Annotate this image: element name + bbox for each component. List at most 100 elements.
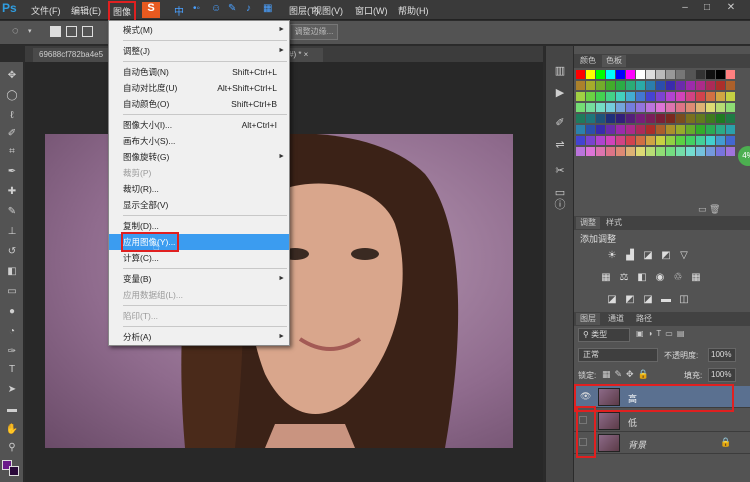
color-swatch[interactable] [666,114,675,123]
color-swatch[interactable] [706,81,715,90]
menu-item-auto-tone[interactable]: 自动色调(N) Shift+Ctrl+L [109,64,289,80]
path-select-icon[interactable]: ➤ [4,384,20,398]
dodge-tool-icon[interactable]: ◔ [4,326,20,340]
layer-filter-icons[interactable]: ▣◑T▭▤ [636,329,688,338]
quick-select-icon[interactable]: ✐ [4,128,20,142]
color-swatch[interactable] [706,114,715,123]
background-color-swatch[interactable] [9,466,19,476]
clone-stamp-icon[interactable]: ⊥ [4,226,20,240]
color-swatch[interactable] [656,103,665,112]
color-swatch[interactable] [726,92,735,101]
color-swatch[interactable] [716,92,725,101]
lock-icons[interactable]: ▦✎✥🔒 [602,369,653,380]
menu-item-auto-color[interactable]: 自动颜色(O) Shift+Ctrl+B [109,96,289,112]
menu-item-calculations[interactable]: 计算(C)... [109,250,289,266]
color-swatch[interactable] [636,81,645,90]
color-swatch[interactable] [646,114,655,123]
color-swatch[interactable] [576,147,585,156]
marquee-tool-icon[interactable]: ◯ [4,90,20,104]
menu-item-mode[interactable]: 模式(M) ► [109,22,289,38]
color-swatch[interactable] [666,125,675,134]
color-swatch[interactable] [706,92,715,101]
color-swatch[interactable] [676,70,685,79]
color-swatch[interactable] [656,136,665,145]
menu-item-analysis[interactable]: 分析(A) ► [109,329,289,345]
color-swatch[interactable] [596,136,605,145]
color-swatch[interactable] [576,70,585,79]
color-swatch[interactable] [666,136,675,145]
color-swatch[interactable] [636,136,645,145]
color-swatch[interactable] [626,103,635,112]
color-swatch[interactable] [666,147,675,156]
layer-row[interactable]: 低 [574,410,750,432]
opacity-input[interactable]: 100% [708,348,736,362]
color-swatch[interactable] [596,92,605,101]
menu-item-auto-contrast[interactable]: 自动对比度(U) Alt+Shift+Ctrl+L [109,80,289,96]
color-swatch[interactable] [676,114,685,123]
color-swatch[interactable] [586,70,595,79]
color-swatch[interactable] [676,103,685,112]
brush-panel-icon[interactable]: ✐ [550,116,570,132]
color-swatch[interactable] [586,114,595,123]
color-swatch[interactable] [596,147,605,156]
eraser-tool-icon[interactable]: ◧ [4,266,20,280]
color-swatch[interactable] [596,114,605,123]
color-swatch[interactable] [666,92,675,101]
color-lookup-icon[interactable]: ▦ [690,272,702,284]
color-swatch[interactable] [636,125,645,134]
history-brush-icon[interactable]: ↺ [4,246,20,260]
color-swatch[interactable] [606,114,615,123]
document-tab[interactable]: 69688cf782ba4e5 [33,48,113,62]
type-tool-icon[interactable]: T [4,364,20,378]
menu-view[interactable]: 视图(V) [313,4,343,17]
color-swatch[interactable] [616,103,625,112]
color-swatch[interactable] [616,81,625,90]
menu-edit[interactable]: 编辑(E) [71,4,101,17]
tab-swatches[interactable]: 色板 [602,55,626,67]
color-swatch[interactable] [706,147,715,156]
blur-tool-icon[interactable]: ● [4,306,20,320]
color-swatch[interactable] [576,103,585,112]
color-swatch[interactable] [676,125,685,134]
tool-presets-icon[interactable]: ✂ [550,164,570,180]
color-swatch[interactable] [636,92,645,101]
menu-item-reveal-all[interactable]: 显示全部(V) [109,197,289,213]
color-swatch[interactable] [656,92,665,101]
vibrance-icon[interactable]: ▽ [678,250,690,262]
color-swatch[interactable] [686,81,695,90]
color-swatch[interactable] [676,81,685,90]
color-swatch[interactable] [616,147,625,156]
color-swatch[interactable] [716,70,725,79]
posterize-icon[interactable]: ◩ [624,294,636,306]
color-swatch[interactable] [576,81,585,90]
pen-icon[interactable]: ✎ [228,3,236,14]
color-swatch[interactable] [586,81,595,90]
color-swatch[interactable] [646,136,655,145]
color-swatch[interactable] [616,92,625,101]
color-swatch[interactable] [586,147,595,156]
color-swatch[interactable] [646,125,655,134]
color-swatch[interactable] [596,81,605,90]
color-swatch[interactable] [616,136,625,145]
color-swatch[interactable] [706,70,715,79]
color-swatch[interactable] [576,114,585,123]
color-swatch[interactable] [716,103,725,112]
color-swatch[interactable] [706,103,715,112]
black-white-icon[interactable]: ◧ [636,272,648,284]
tab-styles[interactable]: 样式 [602,217,626,229]
color-swatch[interactable] [686,136,695,145]
healing-brush-icon[interactable]: ✚ [4,186,20,200]
color-swatch[interactable] [706,136,715,145]
color-swatch[interactable] [686,114,695,123]
emoji-icon[interactable]: ☺ [211,3,221,14]
menu-item-variables[interactable]: 变量(B) ► [109,271,289,287]
color-swatch[interactable] [656,70,665,79]
menu-help[interactable]: 帮助(H) [398,4,429,17]
menu-image[interactable]: 图像 [108,1,137,22]
color-swatch[interactable] [596,103,605,112]
color-swatch[interactable] [676,92,685,101]
color-swatch[interactable] [626,136,635,145]
mic-icon[interactable]: ♪ [246,3,251,14]
selective-color-icon[interactable]: ◫ [678,294,690,306]
menu-item-image-size[interactable]: 图像大小(I)... Alt+Ctrl+I [109,117,289,133]
